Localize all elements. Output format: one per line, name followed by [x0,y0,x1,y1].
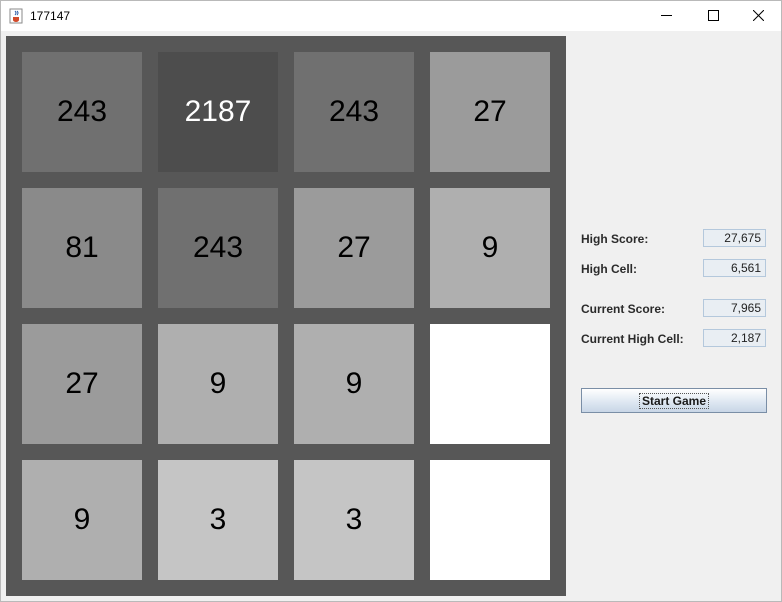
board-tile: 27 [430,52,550,172]
board-tile: 9 [430,188,550,308]
board-tile: 9 [158,324,278,444]
close-button[interactable] [735,1,781,30]
board-tile: 243 [22,52,142,172]
current-score-value: 7,965 [703,299,766,317]
maximize-button[interactable] [690,1,736,30]
start-game-label: Start Game [638,392,710,409]
board-tile: 243 [158,188,278,308]
title-bar[interactable]: 177147 [1,1,781,31]
board-tile: 3 [294,460,414,580]
high-score-label: High Score: [581,232,649,246]
current-high-cell-label: Current High Cell: [581,332,684,346]
java-cup-icon [9,8,23,24]
window-title: 177147 [30,9,71,23]
current-score-label: Current Score: [581,302,666,316]
board-tile: 2187 [158,52,278,172]
board-tile: 27 [294,188,414,308]
close-icon [753,10,764,21]
minimize-icon [661,15,672,16]
board-tile [430,460,550,580]
board-tile: 243 [294,52,414,172]
board-tile: 3 [158,460,278,580]
maximize-icon [708,10,719,21]
high-cell-value: 6,561 [703,259,766,277]
board-tile [430,324,550,444]
board-tile: 9 [22,460,142,580]
board-tile: 27 [22,324,142,444]
minimize-button[interactable] [643,1,689,30]
current-high-cell-value: 2,187 [703,329,766,347]
start-game-button[interactable]: Start Game [581,388,767,413]
board-tile: 9 [294,324,414,444]
high-cell-label: High Cell: [581,262,637,276]
high-score-value: 27,675 [703,229,766,247]
game-board[interactable]: 243 2187 243 27 81 243 27 9 27 9 9 9 3 3 [6,36,566,596]
app-window: 177147 243 2187 243 27 81 243 27 9 27 9 9 9 3 3 High … [0,0,782,602]
board-tile: 81 [22,188,142,308]
